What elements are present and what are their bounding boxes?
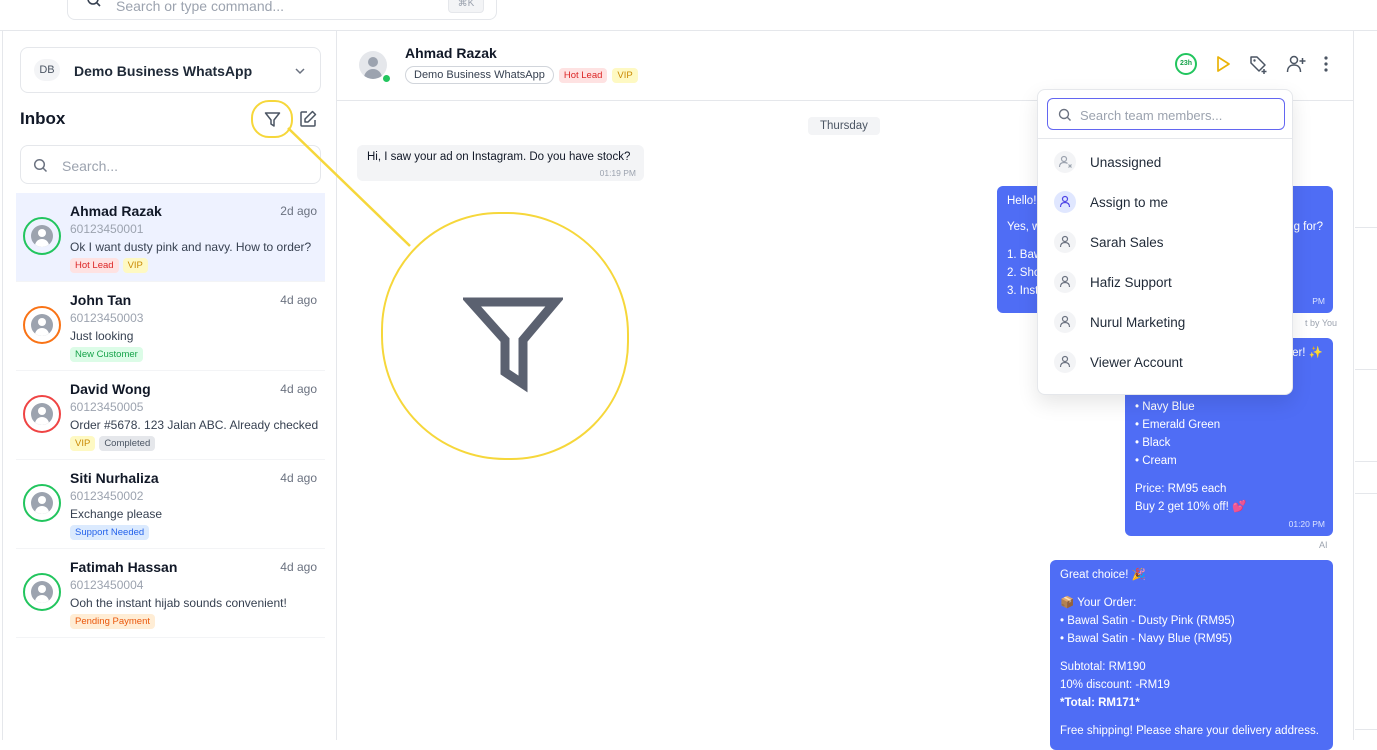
zoom-callout [381, 212, 629, 460]
filter-icon [463, 297, 563, 393]
callout-connector [287, 127, 411, 247]
